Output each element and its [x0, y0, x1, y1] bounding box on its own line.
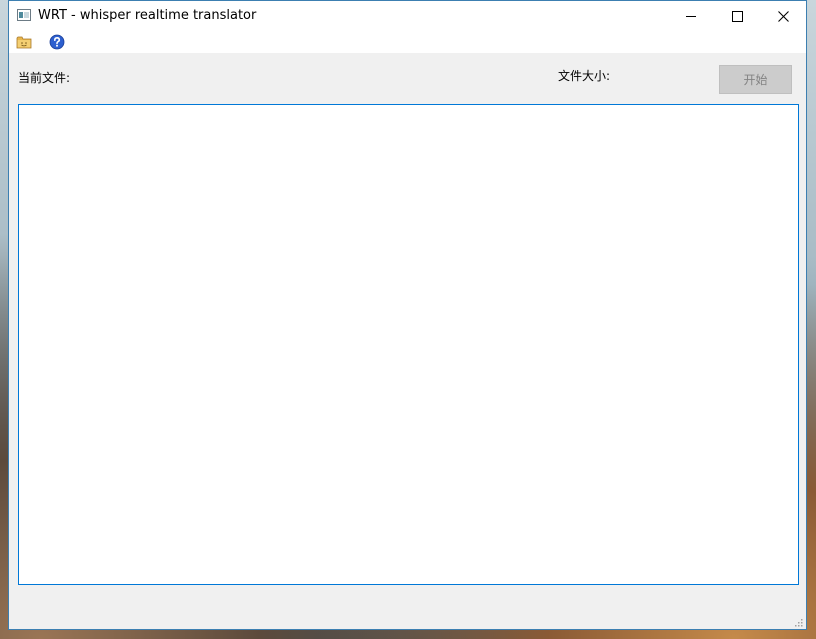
start-button[interactable]: 开始	[719, 65, 792, 94]
toolbar	[9, 31, 806, 53]
help-icon[interactable]	[49, 34, 65, 50]
output-text-area[interactable]	[18, 104, 799, 585]
folder-open-icon[interactable]	[16, 34, 32, 50]
main-content: 当前文件: 文件大小: 开始	[9, 53, 806, 629]
minimize-button[interactable]	[668, 1, 714, 31]
resize-grip-icon[interactable]	[794, 618, 804, 628]
title-bar[interactable]: WRT - whisper realtime translator	[9, 1, 806, 31]
close-button[interactable]	[760, 1, 806, 31]
app-icon	[17, 9, 31, 21]
close-icon	[777, 10, 789, 22]
current-file-label: 当前文件:	[18, 71, 71, 85]
file-size-label: 文件大小:	[558, 69, 611, 83]
maximize-icon	[731, 10, 743, 22]
maximize-button[interactable]	[714, 1, 760, 31]
app-window: WRT - whisper realtime translator 当前文件: …	[8, 0, 807, 630]
minimize-icon	[686, 15, 696, 17]
window-title: WRT - whisper realtime translator	[38, 8, 257, 23]
